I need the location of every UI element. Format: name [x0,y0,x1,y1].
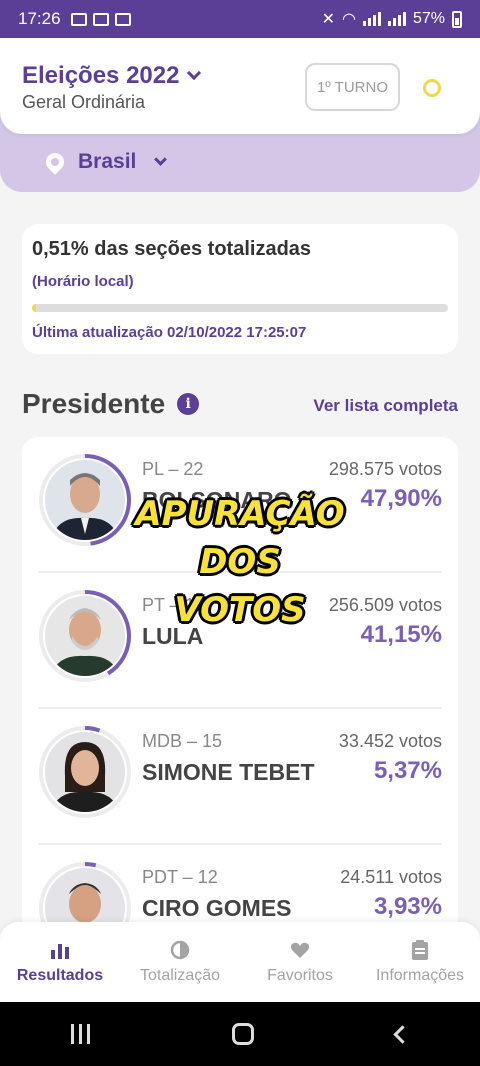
mute-icon: ✕ [321,11,335,28]
nav-label: Resultados [16,967,104,984]
location-label: Brasil [78,150,137,173]
election-selector[interactable]: Eleições 2022 [22,62,202,90]
status-time: 17:26 [18,9,61,28]
location-selector[interactable]: Brasil [42,149,168,175]
view-full-list-link[interactable]: Ver lista completa [313,396,458,416]
totalization-card: 0,51% das seções totalizadas (Horário lo… [22,224,458,354]
status-indicators: ✕ ◠ 57% [322,9,462,29]
caption-line-2: VOTOS [174,590,306,630]
election-title: Eleições 2022 [22,62,180,89]
system-navigation-bar [0,1002,480,1066]
status-ring-button[interactable] [410,66,454,110]
last-update: Última atualização 02/10/2022 17:25:07 [32,324,307,341]
nav-tab-totalizacao[interactable]: Totalização [120,922,240,1002]
candidate-percentage: 5,37% [373,757,442,784]
recent-apps-icon[interactable] [71,1024,90,1044]
nav-tab-resultados[interactable]: Resultados [0,922,120,1002]
clipboard-icon [411,939,429,961]
ring-icon [423,79,441,97]
nav-tab-informacoes[interactable]: Informações [360,922,480,1002]
candidate-avatar-ring [38,725,132,819]
notification-icon [92,12,109,26]
section-title-text: Presidente [22,388,166,419]
location-pin-icon [42,149,68,175]
battery-icon [452,10,462,28]
video-caption-overlay: APURAÇÃO DOS VOTOS [0,490,480,634]
bottom-navigation: Resultados Totalização Favoritos Informa… [0,922,480,1002]
candidate-name: CIRO GOMES [142,895,292,921]
candidate-name: SIMONE TEBET [142,759,315,785]
totalization-title: 0,51% das seções totalizadas [32,238,312,260]
progress-fill [32,304,37,312]
candidate-percentage: 3,93% [373,893,442,920]
info-icon[interactable]: i [177,393,200,415]
candidate-party: MDB – 15 [142,731,223,751]
home-icon[interactable] [232,1023,254,1045]
avatar [45,732,125,812]
gallery-icon [70,12,87,26]
nav-tab-favoritos[interactable]: Favoritos [240,922,360,1002]
local-time-note: (Horário local) [32,273,134,290]
heart-icon [290,939,310,961]
pie-chart-icon [170,939,190,961]
app-header: Eleições 2022 Geral Ordinária 1º TURNO [0,38,480,134]
turno-button[interactable]: 1º TURNO [305,63,400,111]
nav-label: Totalização [139,967,221,984]
candidate-votes: 24.511 votos [340,867,442,887]
nav-label: Informações [375,967,465,984]
section-title: Presidente i [22,388,200,420]
candidate-party: PDT – 12 [142,867,218,887]
notification-icon-2 [114,12,131,26]
totalization-progress-bar [32,304,448,312]
chevron-down-icon [154,152,168,166]
candidate-row[interactable]: MDB – 15 SIMONE TEBET 33.452 votos 5,37% [38,709,442,845]
candidate-party: PL – 22 [142,459,204,479]
election-subtitle: Geral Ordinária [22,92,146,112]
candidate-votes: 33.452 votos [338,731,442,751]
wifi-icon: ◠ [342,11,356,28]
signal-icon-2 [387,12,406,26]
back-icon[interactable] [393,1024,412,1044]
signal-icon [362,12,381,26]
battery-percent: 57% [412,10,445,27]
caption-line-1: APURAÇÃO DOS [135,494,345,582]
status-bar: 17:26 ✕ ◠ 57% [0,0,480,38]
chevron-down-icon [187,65,202,81]
candidate-votes: 298.575 votos [328,459,442,479]
bar-chart-icon [50,939,70,961]
nav-label: Favoritos [267,967,333,984]
